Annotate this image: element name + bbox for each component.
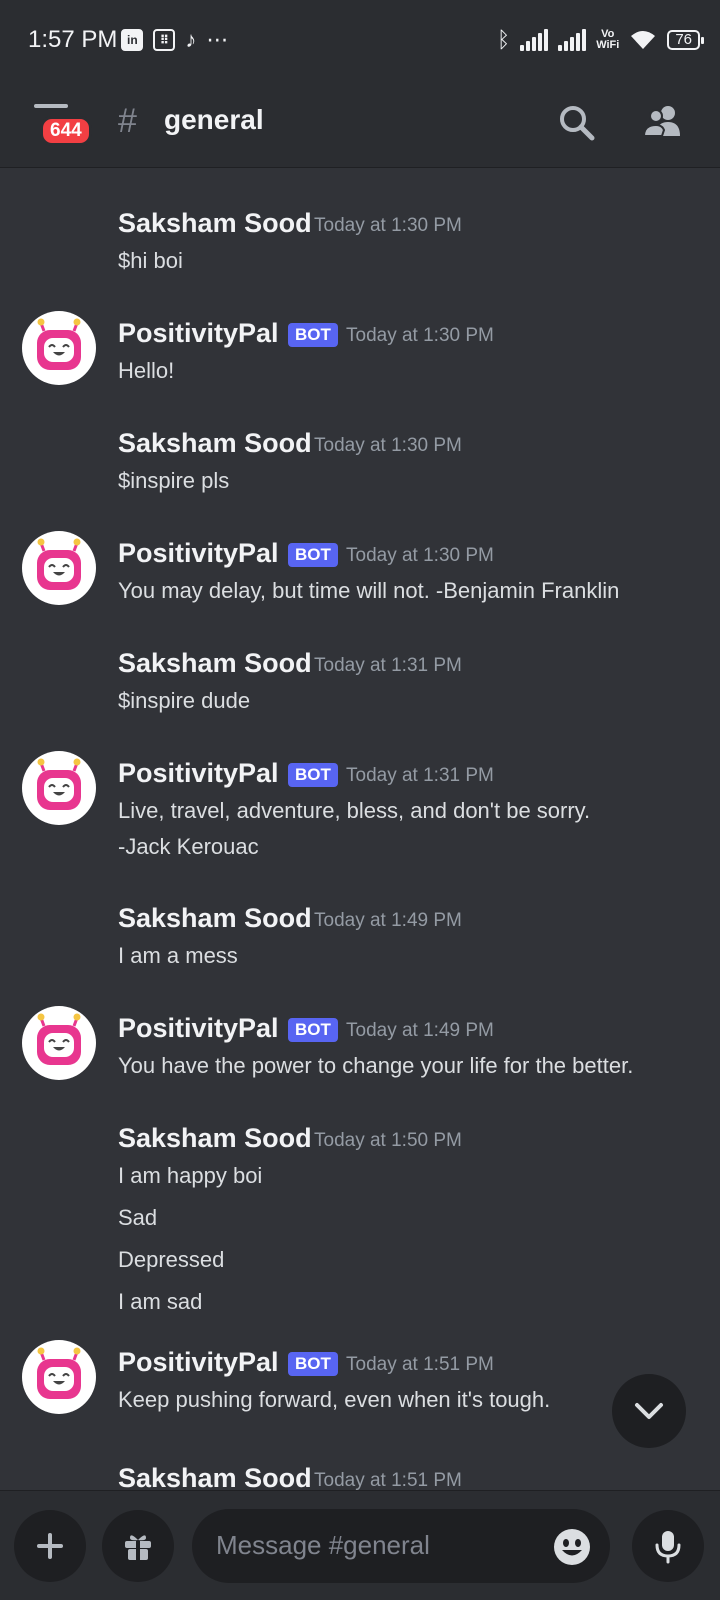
robot-avatar-icon xyxy=(37,538,81,590)
bot-tag: BOT xyxy=(288,1352,338,1376)
channel-header: 644 # general xyxy=(0,80,720,168)
app-grid-icon: ⠿ xyxy=(153,29,176,51)
message-timestamp: Today at 1:31 PM xyxy=(346,765,494,786)
robot-avatar-icon xyxy=(37,758,81,810)
author-name[interactable]: PositivityPal xyxy=(118,1347,279,1378)
message-composer xyxy=(0,1490,720,1600)
author-name[interactable]: PositivityPal xyxy=(118,538,279,569)
message-text: $inspire dude xyxy=(118,688,251,713)
battery-indicator: 76 xyxy=(667,30,704,50)
message-timestamp: Today at 1:30 PM xyxy=(314,215,462,236)
message-text: You have the power to change your life f… xyxy=(118,1053,634,1078)
message-timestamp: Today at 1:30 PM xyxy=(346,325,494,346)
message-timestamp: Today at 1:49 PM xyxy=(346,1020,494,1041)
message-text: Live, travel, adventure, bless, and don'… xyxy=(118,798,591,823)
author-name[interactable]: Saksham Sood xyxy=(118,208,312,239)
channels-menu-button[interactable]: 644 xyxy=(30,102,92,146)
message-text: Sad xyxy=(118,1205,158,1230)
bot-tag: BOT xyxy=(288,323,338,347)
unread-badge: 644 xyxy=(40,116,92,146)
robot-avatar-icon xyxy=(37,1013,81,1065)
message-timestamp: Today at 1:50 PM xyxy=(314,1130,462,1151)
message-text: I am happy boi xyxy=(118,1163,263,1188)
gift-button[interactable] xyxy=(102,1510,174,1582)
bot-avatar[interactable] xyxy=(22,1340,96,1414)
jump-to-present-button[interactable] xyxy=(612,1374,686,1448)
attach-button[interactable] xyxy=(14,1510,86,1582)
message-input-container[interactable] xyxy=(192,1509,610,1583)
microphone-icon xyxy=(655,1531,681,1564)
message-text: -Jack Kerouac xyxy=(118,834,259,859)
bot-avatar[interactable] xyxy=(22,531,96,605)
status-right: ᛒ Vo WiFi 76 xyxy=(496,27,704,53)
message-list[interactable]: Saksham Sood Today at 1:30 PM $hi boi Po… xyxy=(0,168,720,1490)
robot-avatar-icon xyxy=(37,318,81,370)
bot-avatar[interactable] xyxy=(22,1006,96,1080)
emoji-icon[interactable] xyxy=(552,1527,592,1567)
members-button[interactable] xyxy=(640,100,686,146)
message-text: I am a mess xyxy=(118,943,238,968)
bot-tag: BOT xyxy=(288,763,338,787)
robot-avatar-icon xyxy=(37,1347,81,1399)
message-text: You may delay, but time will not. -Benja… xyxy=(118,578,620,603)
status-bar: 1:57 PM in ⠿ ♪ ⋯ ᛒ Vo WiFi 76 xyxy=(0,0,720,80)
voice-button[interactable] xyxy=(632,1510,704,1582)
message-timestamp: Today at 1:31 PM xyxy=(314,655,462,676)
author-name[interactable]: Saksham Sood xyxy=(118,1463,312,1490)
search-button[interactable] xyxy=(554,100,600,146)
wifi-icon xyxy=(631,31,656,49)
chevron-down-icon xyxy=(635,1403,663,1419)
gift-icon xyxy=(125,1535,151,1560)
linkedin-icon: in xyxy=(121,29,144,51)
author-name[interactable]: PositivityPal xyxy=(118,1013,279,1044)
tiktok-icon: ♪ xyxy=(185,27,197,52)
bot-avatar[interactable] xyxy=(22,751,96,825)
bluetooth-icon: ᛒ xyxy=(496,27,511,52)
bot-avatar[interactable] xyxy=(22,311,96,385)
message-text: I am sad xyxy=(118,1289,203,1314)
hash-icon: # xyxy=(118,102,137,140)
vowifi-icon: Vo WiFi xyxy=(596,28,620,51)
message-text: Depressed xyxy=(118,1247,225,1272)
author-name[interactable]: Saksham Sood xyxy=(118,903,312,934)
notification-icons: in ⠿ ♪ ⋯ xyxy=(121,27,228,53)
plus-icon xyxy=(37,1533,63,1559)
search-icon xyxy=(560,106,595,141)
author-name[interactable]: PositivityPal xyxy=(118,318,279,349)
message-text: Keep pushing forward, even when it's tou… xyxy=(118,1387,551,1412)
author-name[interactable]: Saksham Sood xyxy=(118,1123,312,1154)
members-icon xyxy=(642,106,680,137)
more-notifications-icon: ⋯ xyxy=(206,27,229,52)
message-timestamp: Today at 1:51 PM xyxy=(346,1354,494,1375)
bot-tag: BOT xyxy=(288,1018,338,1042)
message-timestamp: Today at 1:30 PM xyxy=(346,545,494,566)
message-timestamp: Today at 1:49 PM xyxy=(314,910,462,931)
author-name[interactable]: Saksham Sood xyxy=(118,428,312,459)
message-text: Hello! xyxy=(118,358,175,383)
hamburger-icon xyxy=(34,104,68,108)
author-name[interactable]: PositivityPal xyxy=(118,758,279,789)
channel-title[interactable]: general xyxy=(164,104,264,136)
message-input[interactable] xyxy=(214,1525,534,1565)
signal-icon xyxy=(520,29,549,51)
status-time: 1:57 PM xyxy=(28,26,118,53)
message-text: $hi boi xyxy=(118,248,183,273)
message-timestamp: Today at 1:30 PM xyxy=(314,435,462,456)
message-timestamp: Today at 1:51 PM xyxy=(314,1470,462,1490)
signal-icon xyxy=(558,29,587,51)
bot-tag: BOT xyxy=(288,543,338,567)
author-name[interactable]: Saksham Sood xyxy=(118,648,312,679)
message-text: $inspire pls xyxy=(118,468,230,493)
